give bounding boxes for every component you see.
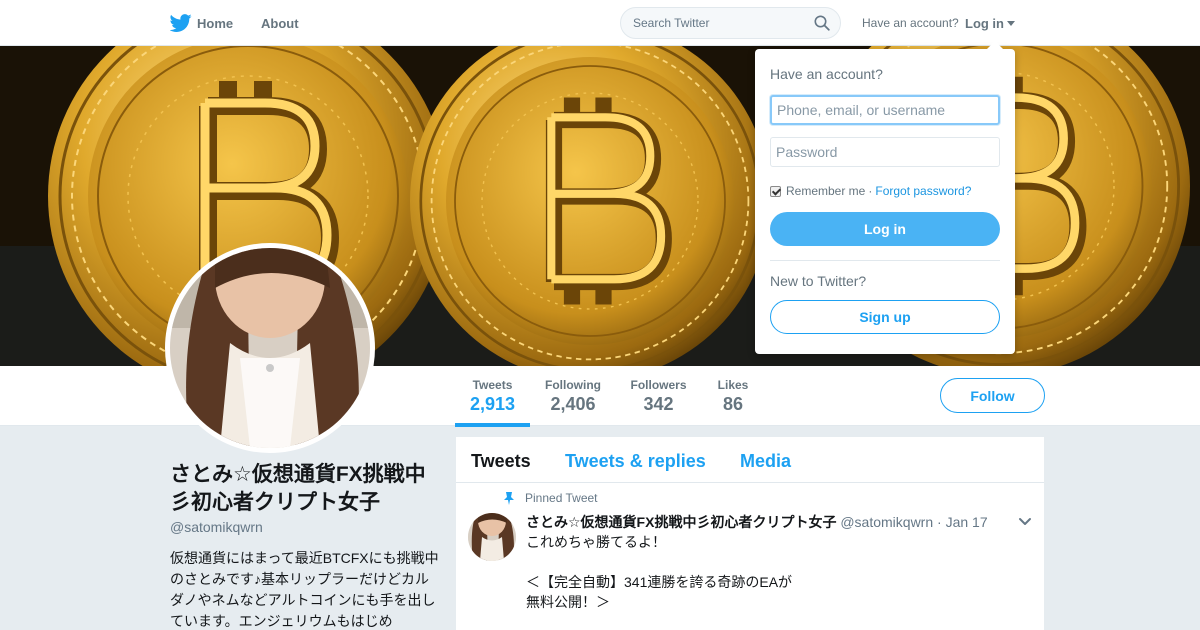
- top-nav-bar: Home About Have an account? Log in: [0, 0, 1200, 46]
- tweet-header: さとみ☆仮想通貨FX挑戦中彡初心者クリプト女子 @satomikqwrn · J…: [526, 512, 988, 532]
- remember-me-checkbox[interactable]: [770, 185, 781, 197]
- login-dropdown-toggle[interactable]: Log in: [965, 0, 1015, 46]
- chevron-down-icon[interactable]: [1018, 517, 1032, 527]
- tweet-separator: ·: [937, 514, 942, 530]
- stat-followers-label: Followers: [630, 378, 687, 392]
- profile-handle[interactable]: @satomikqwrn: [170, 519, 263, 535]
- new-to-twitter-text: New to Twitter?: [770, 273, 867, 289]
- timeline: Tweets Tweets & replies Media Pinned Twe…: [456, 437, 1044, 630]
- tweet-avatar-photo: [468, 513, 516, 561]
- stat-likes-value: 86: [722, 394, 744, 414]
- stat-followers[interactable]: Followers 342: [620, 366, 697, 426]
- stat-likes-label: Likes: [717, 378, 749, 392]
- tweet-date[interactable]: Jan 17: [946, 514, 988, 530]
- password-field[interactable]: [770, 137, 1000, 167]
- login-toggle-label: Log in: [965, 15, 1004, 31]
- caret-down-icon: [1007, 20, 1015, 26]
- twitter-bird-icon: [170, 14, 192, 32]
- profile-photo: [170, 248, 370, 448]
- active-tab-indicator: [455, 423, 530, 427]
- have-account-text: Have an account?: [862, 16, 959, 30]
- follow-button[interactable]: Follow: [940, 378, 1045, 413]
- login-heading: Have an account?: [770, 66, 883, 82]
- pinned-indicator: Pinned Tweet: [503, 491, 598, 505]
- nav-about-link[interactable]: About: [261, 0, 299, 46]
- nav-home-link[interactable]: Home: [170, 0, 233, 46]
- stat-likes[interactable]: Likes 86: [706, 366, 760, 426]
- forgot-password-link[interactable]: Forgot password?: [875, 184, 971, 198]
- stat-tweets[interactable]: Tweets 2,913: [455, 366, 530, 427]
- search-icon[interactable]: [814, 15, 830, 31]
- stat-following-label: Following: [545, 378, 601, 392]
- signup-button[interactable]: Sign up: [770, 300, 1000, 334]
- profile-avatar[interactable]: [165, 243, 375, 453]
- stat-followers-value: 342: [643, 394, 674, 414]
- pinned-label: Pinned Tweet: [525, 491, 598, 505]
- stat-following-value: 2,406: [550, 394, 596, 414]
- login-dropdown: Have an account? Remember me · Forgot pa…: [755, 41, 1015, 354]
- search-input[interactable]: [621, 8, 811, 38]
- tab-media[interactable]: Media: [740, 451, 791, 472]
- remember-me-label[interactable]: Remember me: [786, 184, 865, 198]
- profile-name[interactable]: さとみ☆仮想通貨FX挑戦中彡初心者クリプト女子: [170, 461, 430, 517]
- nav-home-label: Home: [197, 15, 234, 31]
- timeline-tabs: Tweets Tweets & replies Media: [456, 437, 1044, 483]
- remember-row: Remember me · Forgot password?: [770, 184, 971, 198]
- tweet-author-handle[interactable]: @satomikqwrn: [840, 514, 933, 530]
- login-button[interactable]: Log in: [770, 212, 1000, 246]
- stat-tweets-label: Tweets: [472, 378, 513, 392]
- tweet-avatar[interactable]: [468, 513, 516, 561]
- stat-following[interactable]: Following 2,406: [537, 366, 609, 426]
- username-field[interactable]: [770, 95, 1000, 125]
- search-box: [620, 7, 841, 39]
- dropdown-divider: [770, 260, 1000, 261]
- stat-tweets-value: 2,913: [469, 394, 516, 414]
- dropdown-arrow: [987, 41, 1003, 49]
- tweet-text: これめちゃ勝てるよ！ ＜【完全自動】341連勝を誇る奇跡のEAが 無料公開！＞: [526, 534, 793, 610]
- pin-icon: [504, 491, 514, 505]
- tab-tweets-replies[interactable]: Tweets & replies: [565, 451, 706, 472]
- profile-bio: 仮想通貨にはまって最近BTCFXにも挑戦中のさとみです♪基本リップラーだけどカル…: [170, 550, 439, 629]
- nav-about-label: About: [261, 15, 299, 31]
- tab-tweets[interactable]: Tweets: [471, 451, 531, 472]
- remember-separator: ·: [868, 184, 873, 198]
- pinned-tweet[interactable]: Pinned Tweet さとみ☆仮想通貨FX挑戦中彡初心者クリプト女子 @sa…: [456, 484, 1044, 630]
- tweet-author-name[interactable]: さとみ☆仮想通貨FX挑戦中彡初心者クリプト女子: [526, 514, 836, 530]
